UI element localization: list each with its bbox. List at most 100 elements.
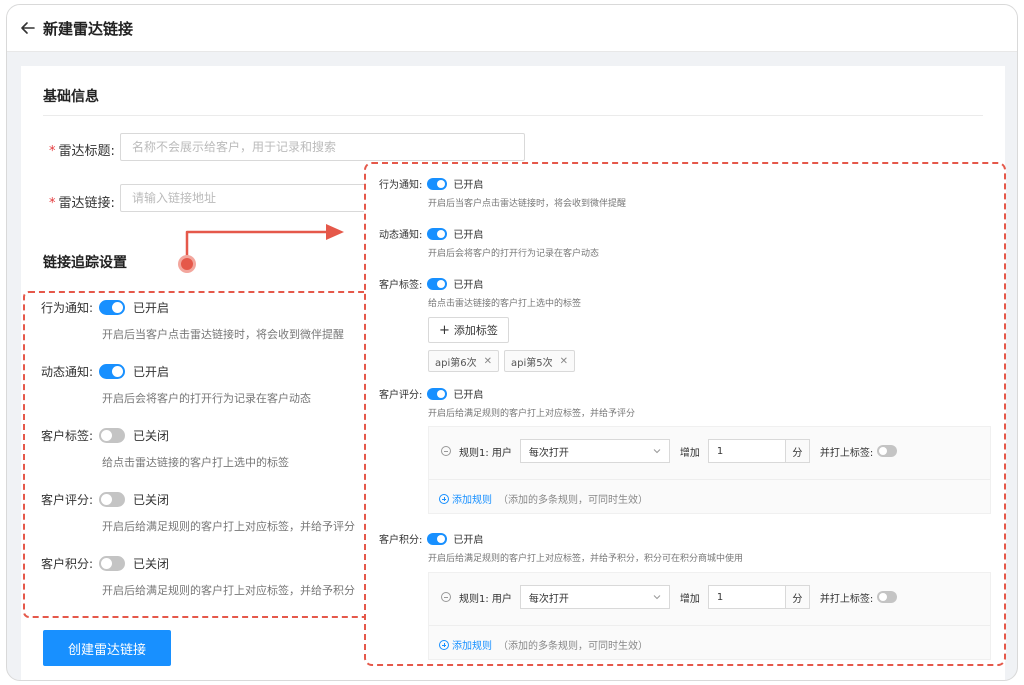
expanded-behavior-row: 行为通知: 已开启 <box>379 176 483 191</box>
dynamic-notify-label: 动态通知: <box>41 365 94 379</box>
customer-score-toggle[interactable] <box>99 492 126 507</box>
behavior-notify-label: 行为通知: <box>41 301 94 315</box>
points-rule-box: 规则1: 用户 每次打开 增加 1 分 并打上标签: 添加规则 （添加的多条规则… <box>428 572 991 660</box>
tracking-settings-heading: 链接追踪设置 <box>43 255 127 271</box>
chevron-down-icon <box>653 449 661 454</box>
points-tag-label: 并打上标签: <box>819 593 874 605</box>
points-tag-toggle[interactable] <box>877 591 898 603</box>
customer-score-desc: 开启后给满足规则的客户打上对应标签，并给予评分 <box>102 520 355 533</box>
points-rule-label: 规则1: 用户 <box>459 593 512 605</box>
expanded-tags-toggle[interactable] <box>427 277 448 290</box>
rule-divider <box>429 625 990 626</box>
customer-points-state: 已关闭 <box>133 557 170 571</box>
score-add-rule[interactable]: 添加规则 （添加的多条规则，可同时生效） <box>439 491 648 506</box>
score-tag-toggle[interactable] <box>877 445 898 457</box>
score-add-rule-link[interactable]: 添加规则 <box>452 491 492 506</box>
top-bar: 新建雷达链接 <box>7 5 1017 52</box>
behavior-notify-toggle[interactable] <box>99 300 126 315</box>
expanded-tags-state: 已开启 <box>453 280 484 291</box>
expanded-points-row: 客户积分: 已开启 <box>379 531 483 546</box>
title-field-label: * 雷达标题: <box>49 144 115 159</box>
link-field-label: * 雷达链接: <box>49 196 115 211</box>
dynamic-notify-row: 动态通知: 已开启 <box>41 363 169 380</box>
score-tag-label: 并打上标签: <box>819 447 874 459</box>
create-radar-link-button[interactable]: 创建雷达链接 <box>43 630 171 666</box>
plus-circle-icon <box>439 493 449 504</box>
close-icon[interactable]: ✕ <box>484 356 492 367</box>
score-rule-label: 规则1: 用户 <box>459 447 512 459</box>
customer-points-row: 客户积分: 已关闭 <box>41 555 169 572</box>
expanded-tags-row: 客户标签: 已开启 <box>379 276 483 291</box>
expanded-dynamic-toggle[interactable] <box>427 227 448 240</box>
points-add-rule-hint: （添加的多条规则，可同时生效） <box>498 641 648 652</box>
points-rule-row: 规则1: 用户 每次打开 增加 1 分 并打上标签: <box>441 585 898 609</box>
dynamic-notify-desc: 开启后会将客户的打开行为记录在客户动态 <box>102 392 311 405</box>
expanded-tags-desc: 给点击雷达链接的客户打上选中的标签 <box>428 299 582 309</box>
score-rule-box: 规则1: 用户 每次打开 增加 1 分 并打上标签: 添加规则 （添加的多条规则… <box>428 426 991 514</box>
expanded-score-label: 客户评分: <box>379 390 423 401</box>
radar-title-input[interactable] <box>120 133 525 161</box>
add-tag-button[interactable]: + 添加标签 <box>428 317 509 343</box>
expanded-behavior-toggle[interactable] <box>427 177 448 190</box>
behavior-notify-desc: 开启后当客户点击雷达链接时，将会收到微伴提醒 <box>102 328 344 341</box>
customer-tag-state: 已关闭 <box>133 429 170 443</box>
chevron-down-icon <box>653 595 661 600</box>
score-trigger-select[interactable]: 每次打开 <box>519 439 670 463</box>
expanded-behavior-label: 行为通知: <box>379 180 423 191</box>
section-divider <box>43 115 983 116</box>
basic-info-heading: 基础信息 <box>43 89 99 105</box>
expanded-points-toggle[interactable] <box>427 532 448 545</box>
remove-rule-icon[interactable] <box>441 592 451 602</box>
expanded-dynamic-state: 已开启 <box>453 230 484 241</box>
tag-chip: api第6次 ✕ <box>428 350 500 372</box>
expanded-points-label: 客户积分: <box>379 535 423 546</box>
points-trigger-select[interactable]: 每次打开 <box>519 585 670 609</box>
customer-score-label: 客户评分: <box>41 493 94 507</box>
expanded-behavior-state: 已开启 <box>453 180 484 191</box>
expanded-dynamic-label: 动态通知: <box>379 230 423 241</box>
behavior-notify-state: 已开启 <box>133 301 170 315</box>
page-title: 新建雷达链接 <box>43 19 134 38</box>
behavior-notify-row: 行为通知: 已开启 <box>41 299 169 316</box>
score-rule-row: 规则1: 用户 每次打开 增加 1 分 并打上标签: <box>441 439 898 463</box>
customer-tag-label: 客户标签: <box>41 429 94 443</box>
customer-points-toggle[interactable] <box>99 556 126 571</box>
tag-chip: api第5次 ✕ <box>504 350 576 372</box>
plus-icon: + <box>439 322 450 338</box>
expanded-dynamic-desc: 开启后会将客户的打开行为记录在客户动态 <box>428 249 600 259</box>
points-add-rule[interactable]: 添加规则 （添加的多条规则，可同时生效） <box>439 637 648 652</box>
customer-score-state: 已关闭 <box>133 493 170 507</box>
dynamic-notify-toggle[interactable] <box>99 364 126 379</box>
expanded-points-desc: 开启后给满足规则的客户打上对应标签，并给予积分，积分可在积分商城中使用 <box>428 554 744 564</box>
expanded-settings-highlight: 行为通知: 已开启 开启后当客户点击雷达链接时，将会收到微伴提醒 动态通知: 已… <box>364 162 1006 666</box>
points-increase-label: 增加 <box>679 593 700 605</box>
remove-rule-icon[interactable] <box>441 446 451 456</box>
rule-divider <box>429 479 990 480</box>
back-arrow-icon[interactable] <box>19 19 37 37</box>
expanded-dynamic-row: 动态通知: 已开启 <box>379 226 483 241</box>
score-amount-input[interactable]: 1 分 <box>707 439 810 463</box>
customer-points-label: 客户积分: <box>41 557 94 571</box>
points-amount-input[interactable]: 1 分 <box>707 585 810 609</box>
expanded-score-state: 已开启 <box>453 390 484 401</box>
expanded-points-state: 已开启 <box>453 535 484 546</box>
expanded-behavior-desc: 开启后当客户点击雷达链接时，将会收到微伴提醒 <box>428 199 627 209</box>
score-add-rule-hint: （添加的多条规则，可同时生效） <box>498 495 648 506</box>
expanded-score-row: 客户评分: 已开启 <box>379 386 483 401</box>
score-increase-label: 增加 <box>679 447 700 459</box>
plus-circle-icon <box>439 639 449 650</box>
close-icon[interactable]: ✕ <box>560 356 568 367</box>
customer-points-desc: 开启后给满足规则的客户打上对应标签，并给予积分 <box>102 584 355 597</box>
score-unit: 分 <box>784 440 809 462</box>
dynamic-notify-state: 已开启 <box>133 365 170 379</box>
customer-tag-row: 客户标签: 已关闭 <box>41 427 169 444</box>
points-unit: 分 <box>784 586 809 608</box>
customer-tag-desc: 给点击雷达链接的客户打上选中的标签 <box>102 456 289 469</box>
expanded-score-desc: 开启后给满足规则的客户打上对应标签，并给予评分 <box>428 409 636 419</box>
expanded-tags-label: 客户标签: <box>379 280 423 291</box>
expanded-score-toggle[interactable] <box>427 387 448 400</box>
customer-tag-toggle[interactable] <box>99 428 126 443</box>
add-tag-label: 添加标签 <box>453 324 498 337</box>
points-add-rule-link[interactable]: 添加规则 <box>452 637 492 652</box>
customer-score-row: 客户评分: 已关闭 <box>41 491 169 508</box>
